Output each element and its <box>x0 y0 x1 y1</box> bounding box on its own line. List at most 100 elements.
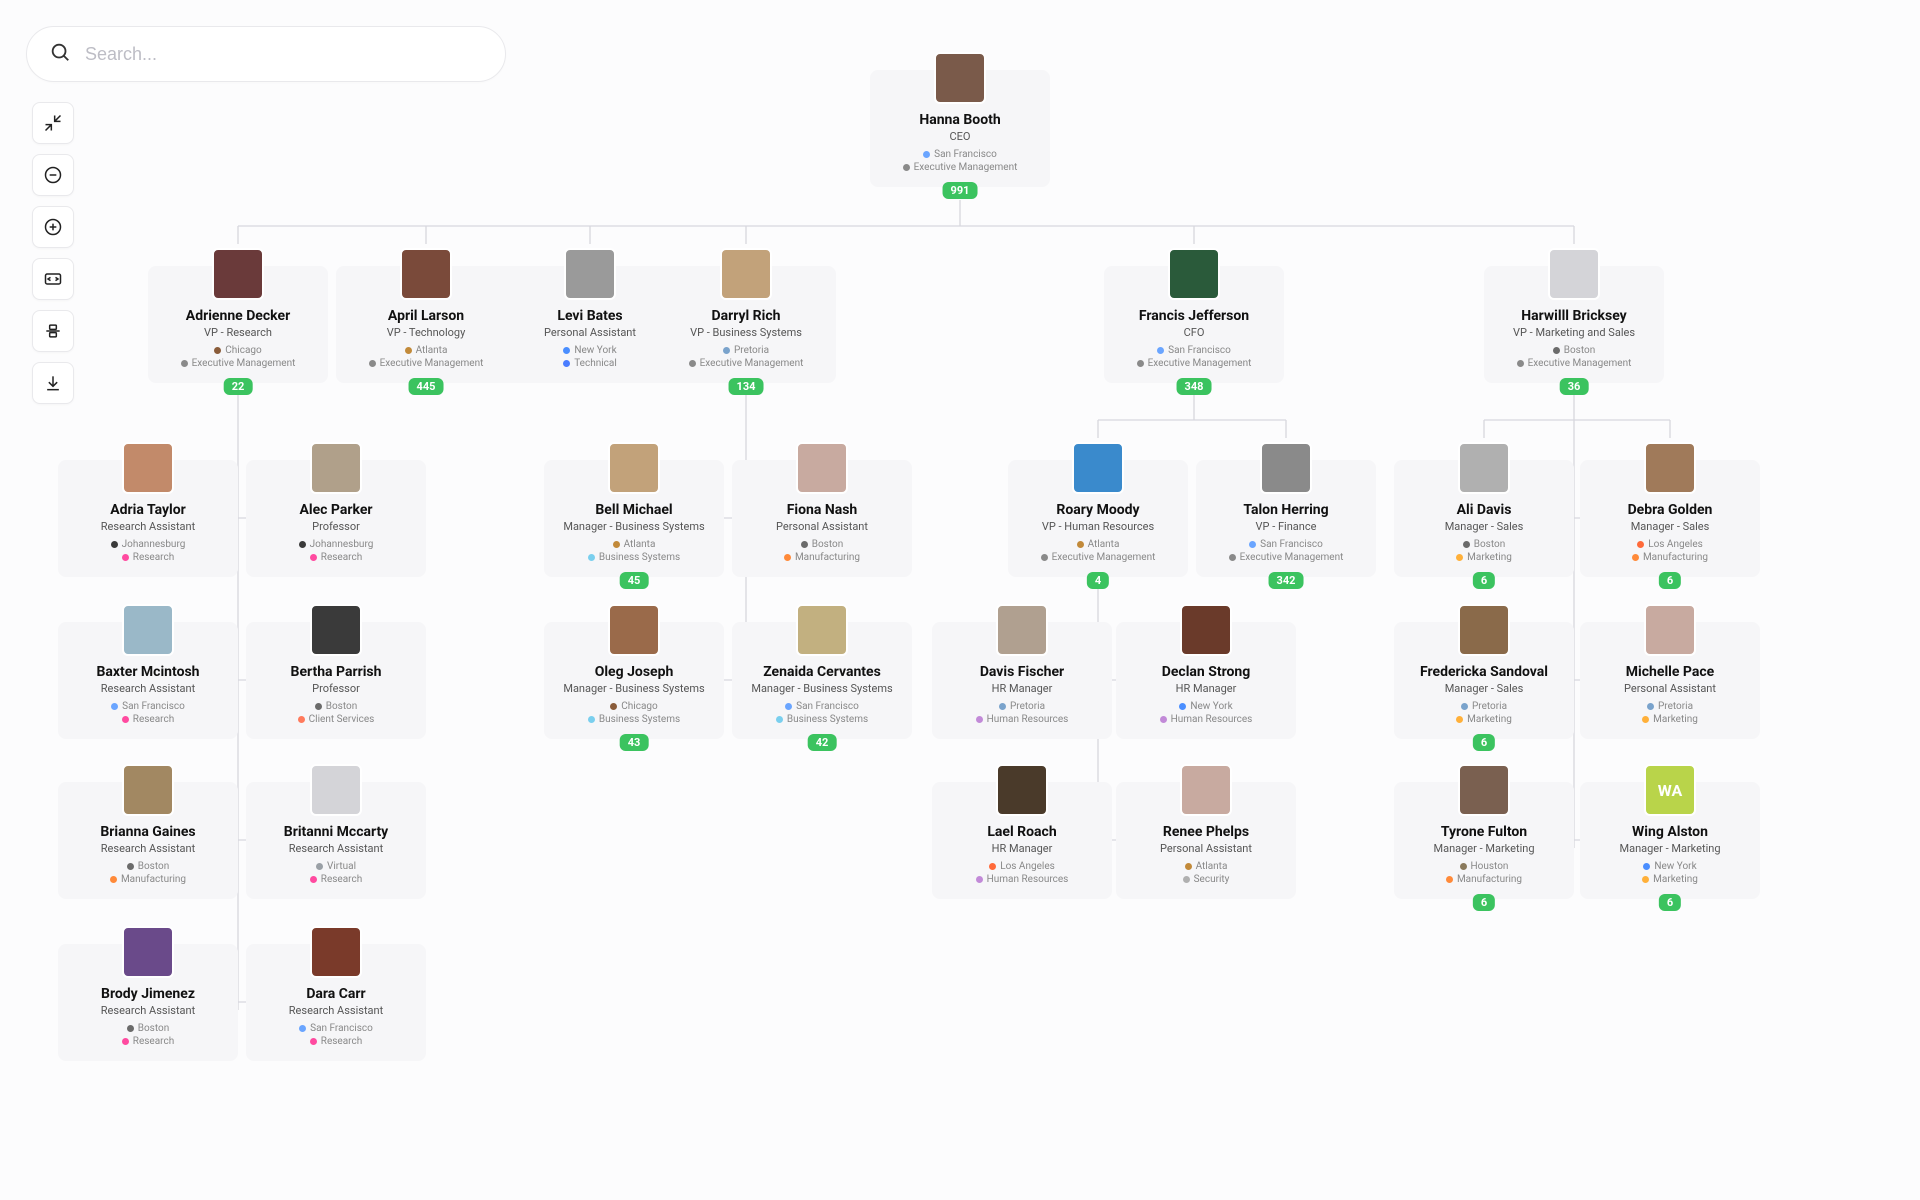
person-name: Roary Moody <box>1056 502 1139 518</box>
person-card-brianna[interactable]: Brianna GainesResearch AssistantBostonMa… <box>58 782 238 899</box>
person-card-davis[interactable]: Davis FischerHR ManagerPretoriaHuman Res… <box>932 622 1112 739</box>
person-card-fiona[interactable]: Fiona NashPersonal AssistantBostonManufa… <box>732 460 912 577</box>
report-count-badge[interactable]: 134 <box>729 378 764 395</box>
person-card-adria[interactable]: Adria TaylorResearch AssistantJohannesbu… <box>58 460 238 577</box>
location-dot-icon <box>613 541 620 548</box>
person-card-debra[interactable]: Debra GoldenManager - SalesLos AngelesMa… <box>1580 460 1760 577</box>
person-location: Atlanta <box>613 539 656 550</box>
department-dot-icon <box>310 876 317 883</box>
report-count-badge[interactable]: 348 <box>1177 378 1212 395</box>
location-dot-icon <box>111 703 118 710</box>
person-card-talon[interactable]: Talon HerringVP - FinanceSan FranciscoEx… <box>1196 460 1376 577</box>
person-name: Ali Davis <box>1457 502 1512 518</box>
person-card-ali[interactable]: Ali DavisManager - SalesBostonMarketing6 <box>1394 460 1574 577</box>
person-title: VP - Research <box>204 326 272 339</box>
person-card-adrienne[interactable]: Adrienne DeckerVP - ResearchChicagoExecu… <box>148 266 328 383</box>
person-department: Manufacturing <box>784 552 860 563</box>
person-card-april[interactable]: April LarsonVP - TechnologyAtlantaExecut… <box>336 266 516 383</box>
department-dot-icon <box>1517 360 1524 367</box>
location-dot-icon <box>1179 703 1186 710</box>
person-title: CEO <box>950 130 971 143</box>
person-card-zenaida[interactable]: Zenaida CervantesManager - Business Syst… <box>732 622 912 739</box>
person-title: Professor <box>312 682 360 695</box>
download-button[interactable] <box>32 362 74 404</box>
person-location: Los Angeles <box>1637 539 1703 550</box>
person-card-dara[interactable]: Dara CarrResearch AssistantSan Francisco… <box>246 944 426 1061</box>
person-card-francis[interactable]: Francis JeffersonCFOSan FranciscoExecuti… <box>1104 266 1284 383</box>
report-count-badge[interactable]: 445 <box>409 378 444 395</box>
report-count-badge[interactable]: 43 <box>620 734 649 751</box>
report-count-badge[interactable]: 22 <box>224 378 253 395</box>
avatar <box>122 604 174 656</box>
report-count-badge[interactable]: 6 <box>1659 572 1681 589</box>
avatar <box>310 442 362 494</box>
location-dot-icon <box>989 863 996 870</box>
location-dot-icon <box>1647 703 1654 710</box>
person-location: Houston <box>1460 861 1509 872</box>
report-count-badge[interactable]: 6 <box>1659 894 1681 911</box>
avatar: WA <box>1644 764 1696 816</box>
person-card-oleg[interactable]: Oleg JosephManager - Business SystemsChi… <box>544 622 724 739</box>
department-dot-icon <box>1642 716 1649 723</box>
person-department: Manufacturing <box>1632 552 1708 563</box>
person-title: Manager - Marketing <box>1433 842 1534 855</box>
report-count-badge[interactable]: 45 <box>620 572 649 589</box>
person-card-tyrone[interactable]: Tyrone FultonManager - MarketingHoustonM… <box>1394 782 1574 899</box>
person-card-britanni[interactable]: Britanni MccartyResearch AssistantVirtua… <box>246 782 426 899</box>
person-card-declan[interactable]: Declan StrongHR ManagerNew YorkHuman Res… <box>1116 622 1296 739</box>
report-count-badge[interactable]: 6 <box>1473 894 1495 911</box>
person-card-hanna[interactable]: Hanna BoothCEOSan FranciscoExecutive Man… <box>870 70 1050 187</box>
person-name: Britanni Mccarty <box>284 824 388 840</box>
person-card-bell[interactable]: Bell MichaelManager - Business SystemsAt… <box>544 460 724 577</box>
person-card-fredericka[interactable]: Fredericka SandovalManager - SalesPretor… <box>1394 622 1574 739</box>
person-card-darryl[interactable]: Darryl RichVP - Business SystemsPretoria… <box>656 266 836 383</box>
report-count-badge[interactable]: 6 <box>1473 734 1495 751</box>
person-name: Hanna Booth <box>919 112 1000 128</box>
report-count-badge[interactable]: 42 <box>808 734 837 751</box>
person-location: Atlanta <box>1185 861 1228 872</box>
report-count-badge[interactable]: 6 <box>1473 572 1495 589</box>
avatar <box>1458 604 1510 656</box>
person-card-lael[interactable]: Lael RoachHR ManagerLos AngelesHuman Res… <box>932 782 1112 899</box>
person-card-bertha[interactable]: Bertha ParrishProfessorBostonClient Serv… <box>246 622 426 739</box>
center-button[interactable] <box>32 310 74 352</box>
avatar <box>1458 442 1510 494</box>
zoom-in-button[interactable] <box>32 206 74 248</box>
person-location: New York <box>1179 701 1232 712</box>
person-card-brody[interactable]: Brody JimenezResearch AssistantBostonRes… <box>58 944 238 1061</box>
report-count-badge[interactable]: 342 <box>1269 572 1304 589</box>
search-input[interactable] <box>85 44 483 65</box>
department-dot-icon <box>976 876 983 883</box>
report-count-badge[interactable]: 36 <box>1560 378 1589 395</box>
avatar <box>608 442 660 494</box>
person-card-levi[interactable]: Levi BatesPersonal AssistantNew YorkTech… <box>500 266 680 383</box>
department-dot-icon <box>1642 876 1649 883</box>
search-bar[interactable] <box>26 26 506 82</box>
report-count-badge[interactable]: 4 <box>1087 572 1109 589</box>
person-card-alec[interactable]: Alec ParkerProfessorJohannesburgResearch <box>246 460 426 577</box>
person-card-wing[interactable]: WAWing AlstonManager - MarketingNew York… <box>1580 782 1760 899</box>
avatar <box>564 248 616 300</box>
avatar <box>212 248 264 300</box>
fit-width-button[interactable] <box>32 258 74 300</box>
person-location: Los Angeles <box>989 861 1055 872</box>
department-dot-icon <box>110 876 117 883</box>
person-card-roary[interactable]: Roary MoodyVP - Human ResourcesAtlantaEx… <box>1008 460 1188 577</box>
person-name: Fredericka Sandoval <box>1420 664 1548 680</box>
person-title: Research Assistant <box>101 842 195 855</box>
zoom-out-button[interactable] <box>32 154 74 196</box>
person-location: San Francisco <box>111 701 185 712</box>
person-card-harwill[interactable]: Harwilll BrickseyVP - Marketing and Sale… <box>1484 266 1664 383</box>
person-card-renee[interactable]: Renee PhelpsPersonal AssistantAtlantaSec… <box>1116 782 1296 899</box>
person-location: Boston <box>127 1023 170 1034</box>
person-name: Levi Bates <box>557 308 622 324</box>
location-dot-icon <box>299 541 306 548</box>
person-card-baxter[interactable]: Baxter McintoshResearch AssistantSan Fra… <box>58 622 238 739</box>
collapse-button[interactable] <box>32 102 74 144</box>
person-card-michelle[interactable]: Michelle PacePersonal AssistantPretoriaM… <box>1580 622 1760 739</box>
person-title: Manager - Business Systems <box>751 682 892 695</box>
person-title: HR Manager <box>992 842 1053 855</box>
report-count-badge[interactable]: 991 <box>943 182 978 199</box>
location-dot-icon <box>1463 541 1470 548</box>
person-location: Pretoria <box>1647 701 1693 712</box>
